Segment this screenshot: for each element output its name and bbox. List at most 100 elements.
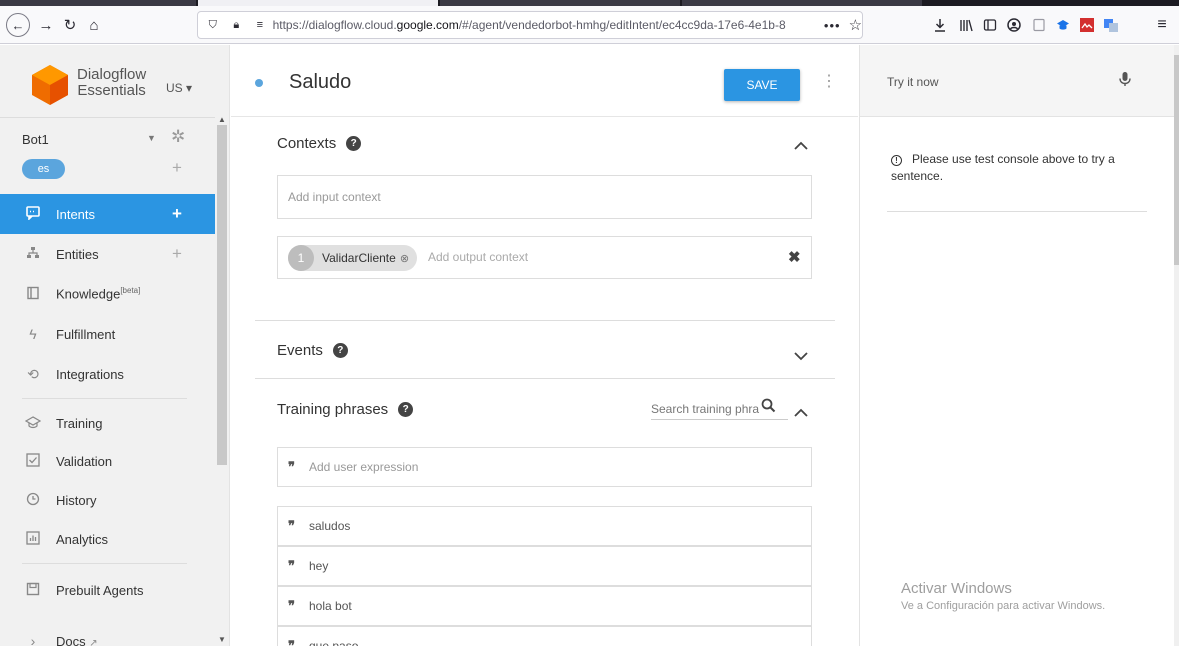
sidebar-item-integrations[interactable]: ⟲ Integrations [0, 354, 215, 394]
page-actions-icon[interactable]: ••• [824, 18, 841, 33]
priority-dot-icon[interactable] [255, 79, 263, 87]
save-box-icon [22, 582, 44, 599]
remove-chip-icon[interactable]: ⊗ [400, 252, 409, 265]
more-vertical-icon[interactable]: ⋮ [821, 71, 837, 91]
input-context-field[interactable]: Add input context [277, 175, 812, 219]
training-phrase-text[interactable]: hey [309, 559, 328, 573]
intent-header: Saludo SAVE ⋮ [231, 45, 858, 117]
graduation-cap-icon [22, 415, 44, 432]
bookmark-star-icon[interactable]: ☆ [849, 16, 862, 34]
download-icon[interactable] [929, 14, 951, 36]
permissions-icon[interactable]: ≡ [251, 19, 269, 31]
output-context-placeholder[interactable]: Add output context [428, 250, 528, 264]
sidebar-item-analytics[interactable]: Analytics [0, 519, 215, 559]
training-phrases-section-title[interactable]: Training phrases ? [277, 401, 414, 418]
brand-name[interactable]: Dialogflow Essentials [77, 67, 146, 99]
checkbox-icon [22, 452, 44, 470]
divider [0, 117, 215, 118]
account-icon[interactable] [1003, 14, 1025, 36]
training-phrase-row[interactable]: ❞ saludos [277, 506, 812, 546]
sidebar-item-fulfillment[interactable]: ϟ Fulfillment [0, 314, 215, 354]
clock-icon [22, 492, 44, 509]
output-context-field[interactable]: 1 ValidarCliente ⊗ Add output context ✖ [277, 236, 812, 279]
sidebar-item-knowledge[interactable]: Knowledge[beta] [0, 274, 215, 314]
sidebar-item-validation[interactable]: Validation [0, 441, 215, 481]
contexts-section-title[interactable]: Contexts ? [277, 135, 362, 152]
training-phrase-row[interactable]: ❞ hola bot [277, 586, 812, 626]
info-icon: ! [891, 155, 902, 166]
back-arrow-icon[interactable]: ← [6, 13, 30, 37]
home-icon[interactable]: ⌂ [82, 13, 106, 37]
bar-chart-icon [22, 530, 44, 548]
browser-toolbar: ← → ↻ ⌂ ⛉ 🔒︎ ≡ https://dialogflow.cloud.… [0, 6, 1179, 44]
book-icon [22, 286, 44, 303]
add-user-expression-input[interactable]: ❞ Add user expression [277, 447, 812, 487]
scrollbar-thumb[interactable] [1174, 55, 1179, 265]
try-it-now-input[interactable]: Try it now [887, 75, 939, 89]
sidebar-item-intents[interactable]: Intents + [0, 194, 215, 234]
context-chip[interactable]: 1 ValidarCliente ⊗ [288, 245, 418, 271]
try-it-now-bar[interactable]: Try it now [860, 45, 1174, 117]
chevron-down-icon[interactable] [793, 348, 809, 364]
beta-badge: [beta] [120, 286, 141, 296]
menu-icon[interactable]: ≡ [1151, 14, 1173, 36]
translate-icon[interactable] [1100, 14, 1122, 36]
divider [22, 398, 187, 399]
scrollbar-thumb[interactable] [217, 125, 227, 465]
sidebar-scrollbar[interactable]: ▲ ▼ [215, 115, 229, 646]
extension-icon[interactable] [1052, 14, 1074, 36]
extension-icon[interactable] [1076, 14, 1098, 36]
sidebar-item-prebuilt-agents[interactable]: Prebuilt Agents [0, 570, 215, 610]
training-phrase-row[interactable]: ❞ hey [277, 546, 812, 586]
add-intent-icon[interactable]: + [172, 204, 182, 224]
training-phrase-text[interactable]: saludos [309, 519, 350, 533]
library-icon[interactable] [955, 14, 977, 36]
dialogflow-logo-icon[interactable] [30, 63, 70, 107]
chevron-up-icon[interactable] [793, 405, 809, 421]
help-icon[interactable]: ? [346, 136, 362, 151]
url-bar[interactable]: ⛉ 🔒︎ ≡ https://dialogflow.cloud.google.c… [197, 11, 863, 39]
microphone-icon[interactable] [1119, 71, 1131, 92]
sidebar-item-entities[interactable]: Entities + [0, 234, 215, 274]
quote-icon: ❞ [288, 558, 295, 574]
sidebar-item-training[interactable]: Training [0, 403, 215, 443]
help-icon[interactable]: ? [332, 343, 348, 358]
quote-icon: ❞ [288, 459, 295, 475]
sidebar-item-history[interactable]: History [0, 480, 215, 520]
add-entity-icon[interactable]: + [172, 244, 182, 264]
sidebar-icon[interactable] [979, 14, 1001, 36]
sync-icon: ⟲ [27, 365, 39, 382]
language-chip[interactable]: es [22, 159, 65, 179]
training-phrase-text[interactable]: que paso [309, 639, 358, 646]
training-phrase-text[interactable]: hola bot [309, 599, 352, 613]
scroll-down-arrow-icon[interactable]: ▼ [218, 635, 226, 644]
chevron-down-icon[interactable]: ▼ [147, 133, 156, 143]
add-language-icon[interactable]: + [172, 158, 182, 178]
shield-icon[interactable]: ⛉ [204, 19, 222, 32]
url-text[interactable]: https://dialogflow.cloud.google.com/#/ag… [273, 18, 818, 32]
training-phrase-row[interactable]: ❞ que paso [277, 626, 812, 646]
scroll-up-arrow-icon[interactable]: ▲ [218, 115, 226, 124]
test-console-message: ! Please use test console above to try a … [891, 152, 1115, 183]
context-lifespan[interactable]: 1 [288, 245, 314, 271]
forward-arrow-icon[interactable]: → [34, 13, 58, 37]
agent-name[interactable]: Bot1 [22, 132, 49, 147]
search-icon[interactable] [761, 398, 776, 417]
reader-icon[interactable] [1028, 14, 1050, 36]
reload-icon[interactable]: ↻ [58, 13, 82, 37]
quote-icon: ❞ [288, 518, 295, 534]
intent-name[interactable]: Saludo [289, 71, 351, 94]
events-section-title[interactable]: Events ? [277, 342, 348, 359]
sidebar-item-docs[interactable]: › Docs ↗ [0, 621, 215, 646]
gear-icon[interactable]: ✲ [171, 127, 185, 147]
sitemap-icon [22, 246, 44, 263]
chevron-up-icon[interactable] [793, 138, 809, 154]
lock-icon[interactable]: 🔒︎ [228, 19, 246, 32]
divider [255, 320, 835, 321]
clear-icon[interactable]: ✖ [788, 248, 801, 266]
help-icon[interactable]: ? [398, 402, 414, 417]
external-link-icon: ↗ [89, 637, 98, 646]
save-button[interactable]: SAVE [724, 69, 800, 101]
region-selector[interactable]: US ▾ [166, 81, 192, 95]
page-scrollbar[interactable] [1174, 45, 1179, 646]
